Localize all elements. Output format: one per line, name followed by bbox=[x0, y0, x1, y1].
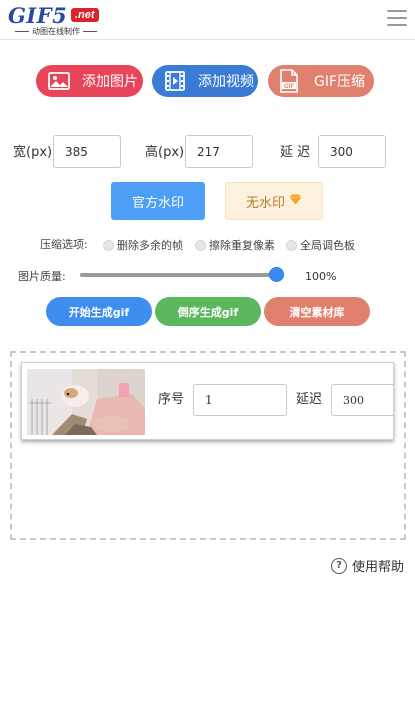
compress-option-global-palette[interactable]: 全局调色板 bbox=[286, 237, 355, 253]
add-video-button[interactable]: 添加视频 bbox=[152, 65, 258, 97]
no-watermark-button[interactable]: 无水印 bbox=[225, 182, 323, 220]
compress-option-drop-frames[interactable]: 删除多余的帧 bbox=[103, 237, 183, 253]
frame-delay-input[interactable] bbox=[331, 384, 393, 416]
clear-library-button[interactable]: 清空素材库 bbox=[264, 297, 370, 326]
gif-compress-button[interactable]: GIF GIF压缩 bbox=[268, 65, 374, 97]
height-input[interactable] bbox=[185, 135, 253, 168]
logo[interactable]: GIF5 .net 动图在线制作 bbox=[8, 5, 104, 37]
slider-fill bbox=[80, 273, 277, 277]
question-circle-icon: ? bbox=[331, 557, 347, 574]
width-input[interactable] bbox=[53, 135, 121, 168]
start-generate-gif-button[interactable]: 开始生成gif bbox=[46, 297, 152, 326]
delay-input[interactable] bbox=[318, 135, 386, 168]
slider-thumb[interactable] bbox=[269, 267, 284, 282]
quality-value: 100% bbox=[305, 270, 337, 283]
logo-text: GIF5 bbox=[8, 3, 68, 28]
height-label: 高(px) bbox=[145, 145, 185, 160]
checkbox[interactable] bbox=[286, 239, 297, 251]
frame-thumbnail bbox=[27, 369, 145, 435]
compress-options-label: 压缩选项: bbox=[40, 238, 88, 251]
add-image-label: 添加图片 bbox=[82, 74, 138, 90]
delay-label: 延 迟 bbox=[280, 145, 311, 160]
compress-option-erase-pixels[interactable]: 擦除重复像素 bbox=[195, 237, 275, 253]
logo-net-badge: .net bbox=[71, 8, 99, 22]
gif-file-icon: GIF bbox=[278, 69, 300, 93]
logo-tagline: 动图在线制作 bbox=[8, 27, 104, 37]
help-link[interactable]: ? 使用帮助 bbox=[331, 556, 404, 575]
quality-slider[interactable] bbox=[80, 267, 290, 282]
no-watermark-label: 无水印 bbox=[245, 195, 285, 211]
frame-sequence-input[interactable] bbox=[193, 384, 287, 416]
help-label: 使用帮助 bbox=[352, 560, 405, 575]
film-icon bbox=[164, 71, 186, 91]
header: GIF5 .net 动图在线制作 bbox=[0, 0, 415, 40]
add-video-label: 添加视频 bbox=[198, 74, 254, 90]
frame-delay-label: 延迟 bbox=[296, 392, 323, 407]
add-image-button[interactable]: 添加图片 bbox=[36, 65, 143, 97]
checkbox[interactable] bbox=[195, 239, 206, 251]
gif-badge-text: GIF bbox=[284, 84, 294, 90]
frame-sequence-label: 序号 bbox=[158, 392, 185, 407]
compress-option-label: 删除多余的帧 bbox=[117, 239, 183, 252]
compress-option-label: 擦除重复像素 bbox=[209, 239, 275, 252]
frame-card: 序号 延迟 bbox=[21, 362, 394, 440]
reverse-generate-gif-button[interactable]: 倒序生成gif bbox=[155, 297, 261, 326]
compress-option-label: 全局调色板 bbox=[300, 239, 355, 252]
quality-label: 图片质量: bbox=[18, 270, 66, 283]
image-icon bbox=[48, 71, 70, 91]
width-label: 宽(px) bbox=[13, 145, 53, 160]
official-watermark-button[interactable]: 官方水印 bbox=[111, 182, 205, 220]
diamond-icon bbox=[289, 194, 302, 208]
gif-compress-label: GIF压缩 bbox=[314, 74, 366, 90]
checkbox[interactable] bbox=[103, 239, 114, 251]
hamburger-menu-icon[interactable] bbox=[387, 10, 407, 27]
